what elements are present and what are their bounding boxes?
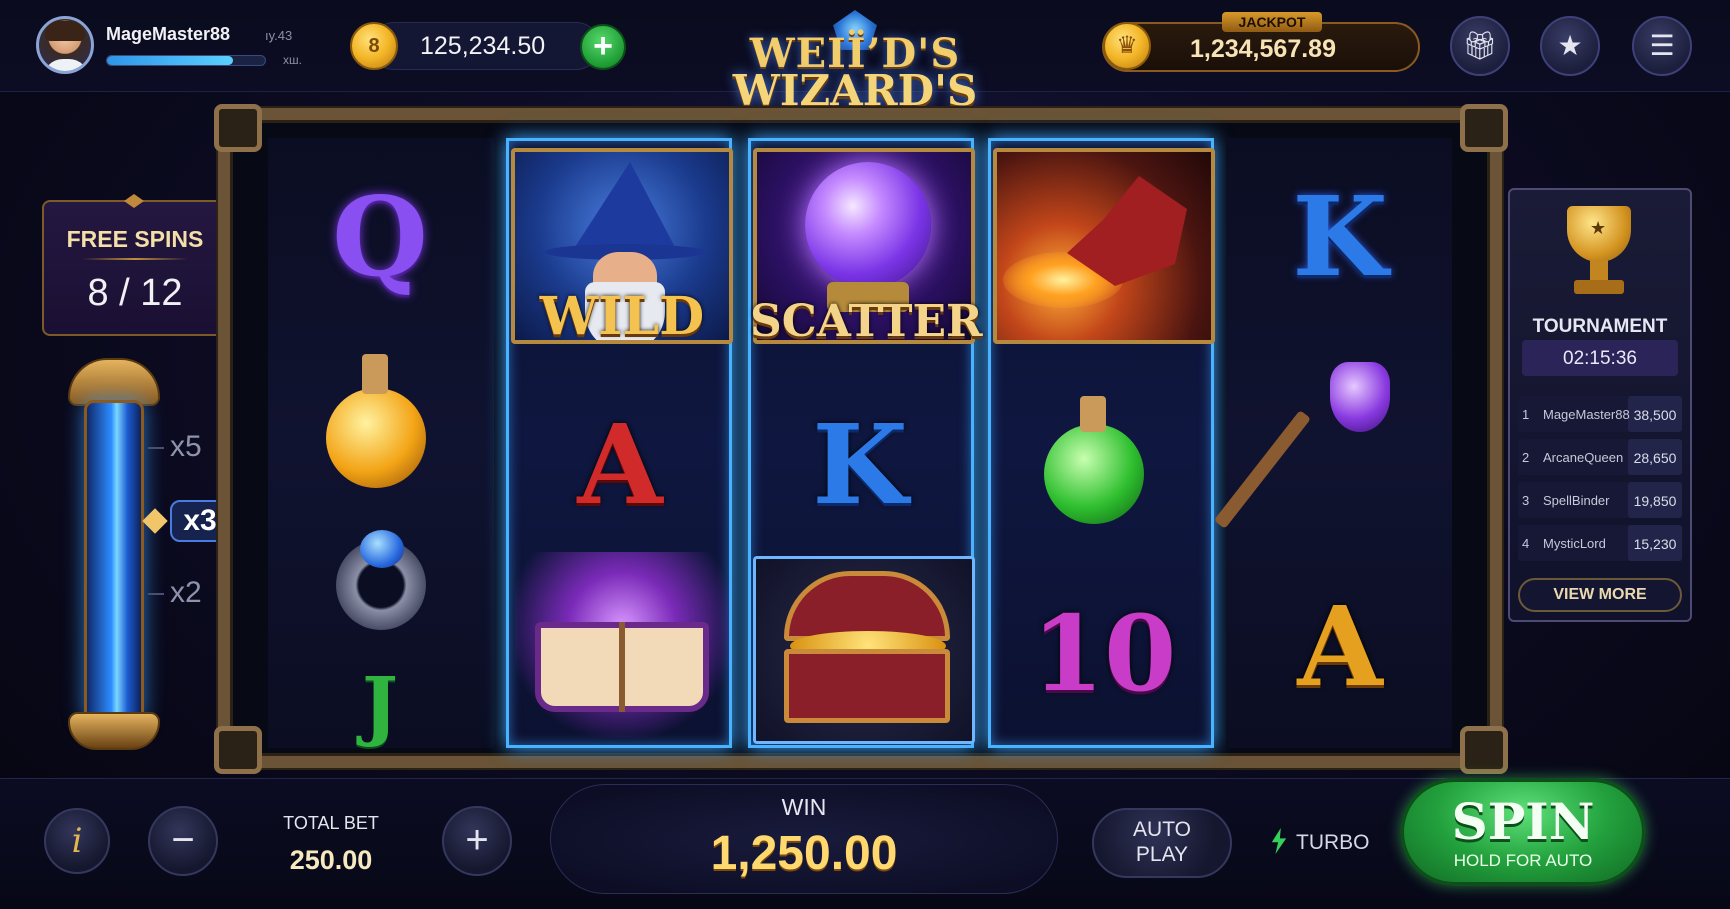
- symbol-10: 10: [1031, 592, 1177, 715]
- player-name: MageMaster88: [106, 24, 231, 44]
- divider: [82, 258, 188, 260]
- free-spins-count: 8 / 12: [87, 272, 183, 314]
- leaderboard-name: ArcaneQueen: [1543, 450, 1624, 465]
- xp-bar: [106, 55, 266, 66]
- book-spine: [619, 622, 625, 712]
- multiplier-tube-cap: [68, 358, 160, 406]
- tick: [148, 593, 164, 595]
- jackpot-label: JACKPOT: [1222, 12, 1322, 32]
- leaderboard-rank: 2: [1522, 450, 1530, 465]
- total-bet-value: 250.00: [289, 845, 373, 875]
- green-potion-icon: [1044, 424, 1144, 524]
- menu-button[interactable]: ☰: [1632, 16, 1692, 76]
- autoplay-label-line2: PLAY: [1135, 843, 1189, 866]
- gold-potion-icon: [326, 388, 426, 488]
- multiplier-pointer-icon: [142, 508, 168, 534]
- multiplier-x5: x5: [170, 430, 202, 463]
- level-text-top: ıy.43: [265, 28, 293, 43]
- trophy-base: [1574, 280, 1624, 294]
- view-more-button[interactable]: VIEW MORE: [1518, 578, 1682, 612]
- leaderboard-name: MageMaster88: [1543, 407, 1630, 422]
- symbol-q: Q: [332, 172, 428, 301]
- scatter-label: SCATTER: [750, 296, 983, 347]
- multiplier-tube: [84, 400, 144, 722]
- win-value: 1,250.00: [710, 827, 898, 880]
- multiplier-x2: x2: [170, 576, 202, 609]
- jackpot-value: 1,234,567.89: [1190, 35, 1336, 63]
- frame-corner: [1460, 104, 1508, 152]
- star-icon: ★: [1590, 218, 1607, 238]
- leaderboard-score: 38,500: [1633, 407, 1677, 423]
- turbo-toggle[interactable]: TURBO: [1296, 831, 1370, 855]
- leaderboard-score: 15,230: [1633, 536, 1677, 552]
- leaderboard-rank: 1: [1522, 407, 1530, 422]
- spellbook-symbol: [515, 552, 729, 738]
- dragon-symbol: [993, 148, 1215, 344]
- trophy-stem: [1590, 260, 1608, 282]
- symbol-k: K: [1292, 172, 1388, 301]
- multiplier-tube-base: [68, 712, 160, 750]
- potion-neck: [1080, 396, 1106, 432]
- crown-coin-icon: ♛: [1103, 22, 1151, 70]
- leaderboard-name: SpellBinder: [1543, 493, 1610, 508]
- tournament-title: TOURNAMENT: [1532, 316, 1668, 337]
- treasure-chest-icon: [784, 649, 950, 723]
- spin-sublabel: HOLD FOR AUTO: [1453, 851, 1593, 870]
- leaderboard-rank: 3: [1522, 493, 1530, 508]
- symbol-a: A: [577, 400, 663, 529]
- tick: [148, 447, 164, 449]
- total-bet-label: TOTAL BET: [283, 813, 379, 833]
- potion-neck: [362, 354, 388, 394]
- leaderboard-score: 28,650: [1633, 450, 1677, 466]
- symbol-k: K: [812, 400, 908, 529]
- autoplay-label-line1: AUTO: [1133, 818, 1191, 841]
- leaderboard-rank: 4: [1522, 536, 1530, 551]
- star-icon: ★: [1557, 30, 1583, 61]
- frame-corner: [1460, 726, 1508, 774]
- gift-button[interactable]: 🎁︎: [1450, 16, 1510, 76]
- player-avatar[interactable]: [36, 16, 94, 74]
- increase-bet-button[interactable]: +: [442, 806, 512, 876]
- menu-icon: ☰: [1649, 30, 1675, 61]
- leaderboard-name: MysticLord: [1543, 536, 1606, 551]
- frame-corner: [214, 726, 262, 774]
- info-button[interactable]: i: [44, 808, 110, 874]
- free-spins-title: FREE SPINS: [66, 226, 204, 252]
- level-text-bottom: хш.: [283, 53, 302, 67]
- crystal-orb-icon: [805, 162, 931, 288]
- balance-value: 125,234.50: [420, 32, 546, 60]
- tournament-timer: 02:15:36: [1563, 348, 1637, 369]
- decrease-bet-button[interactable]: −: [148, 806, 218, 876]
- ring-gem-icon: [360, 530, 404, 568]
- win-label: WIN: [781, 794, 827, 820]
- leaderboard-score: 19,850: [1633, 493, 1677, 509]
- gift-icon: 🎁︎: [1462, 30, 1498, 61]
- symbol-j: J: [362, 660, 398, 749]
- coin-icon: 8: [350, 22, 398, 70]
- add-funds-button[interactable]: +: [580, 24, 626, 70]
- spin-label: SPIN: [1451, 792, 1595, 851]
- treasure-chest-symbol: [753, 556, 975, 744]
- xp-bar-fill: [107, 56, 234, 65]
- free-spins-panel: [42, 194, 228, 336]
- wild-label: WILD: [539, 286, 705, 347]
- frame-corner: [214, 104, 262, 152]
- magic-staff-icon: [1330, 362, 1390, 432]
- symbol-a: A: [1297, 582, 1383, 711]
- favorites-button[interactable]: ★: [1540, 16, 1600, 76]
